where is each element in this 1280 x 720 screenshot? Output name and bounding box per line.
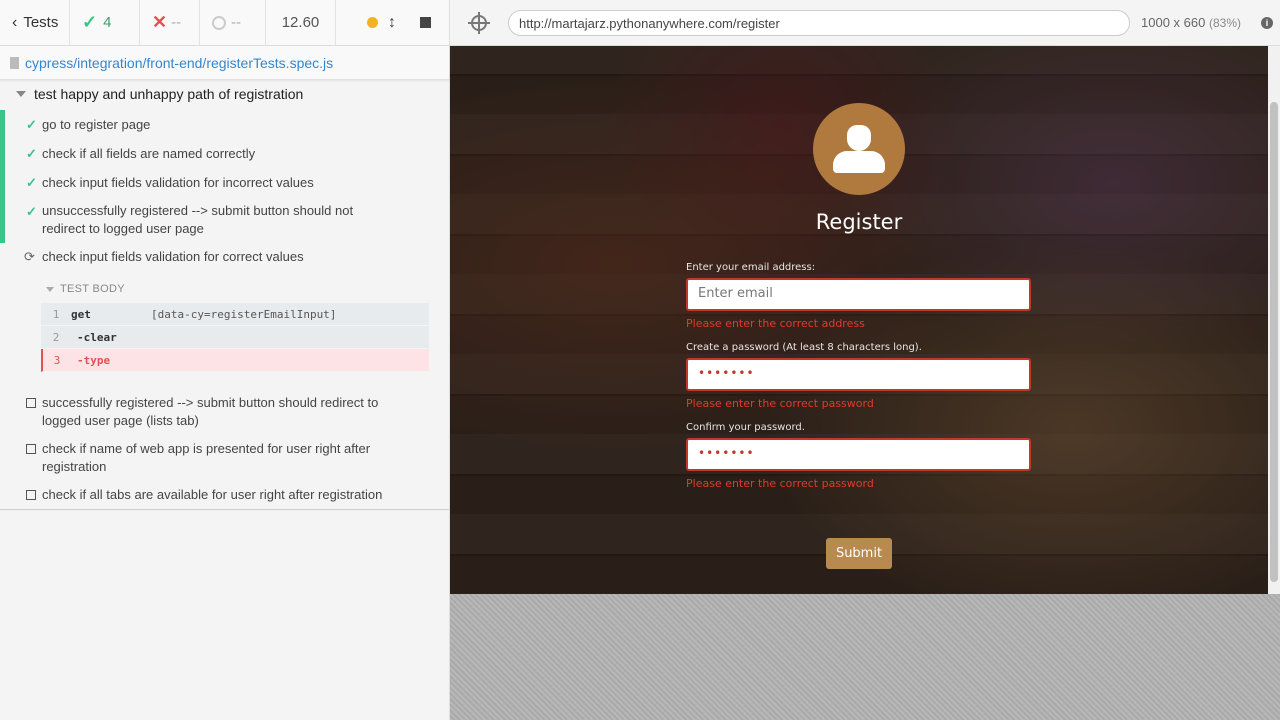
passed-count: 4 — [103, 14, 112, 31]
test-title: unsuccessfully registered --> submit but… — [42, 203, 354, 236]
command-log: 1 get [data-cy=registerEmailInput] 2 -cl… — [41, 303, 429, 372]
command-number: 2 — [52, 330, 60, 344]
check-icon: ✓ — [26, 146, 37, 161]
password-input[interactable]: ••••••• — [686, 358, 1031, 391]
test-item-pending[interactable]: check if all tabs are available for user… — [0, 485, 449, 507]
pending-ring-icon — [212, 15, 226, 30]
file-icon — [10, 56, 19, 69]
refresh-spinner-icon: ⟳ — [24, 249, 35, 264]
test-item-running[interactable]: ⟳ check input fields validation for corr… — [0, 247, 449, 269]
command-row[interactable]: 1 get [data-cy=registerEmailInput] — [41, 303, 429, 326]
selector-playground-icon[interactable] — [468, 12, 490, 34]
page-title: Register — [815, 210, 903, 234]
confirm-password-error: Please enter the correct password — [686, 477, 874, 490]
stop-button[interactable] — [420, 17, 431, 28]
caret-down-icon — [46, 286, 54, 292]
x-icon: ✕ — [152, 12, 168, 32]
command-number: 1 — [52, 307, 60, 321]
checkbox-icon — [26, 440, 36, 459]
password-label: Create a password (At least 8 characters… — [686, 342, 922, 353]
test-item-pending[interactable]: check if name of web app is presented fo… — [0, 439, 449, 481]
email-input[interactable]: Enter email — [686, 278, 1031, 311]
test-title: successfully registered --> submit butto… — [42, 395, 379, 428]
confirm-password-input[interactable]: ••••••• — [686, 438, 1031, 471]
caret-down-icon — [16, 91, 26, 97]
command-name: -clear — [77, 330, 117, 344]
passed-bar — [0, 143, 5, 172]
email-error: Please enter the correct address — [686, 317, 865, 330]
test-title: check if all fields are named correctly — [42, 146, 256, 161]
test-title: check if all tabs are available for user… — [42, 487, 383, 502]
viewport-size: 1000 x 660 — [1141, 15, 1206, 30]
failed-count: -- — [171, 14, 182, 31]
tests-back-button[interactable]: ‹ Tests — [0, 0, 70, 46]
passed-stat: ✓ 4 — [70, 0, 140, 46]
command-message: [data-cy=registerEmailInput] — [151, 307, 337, 321]
test-item[interactable]: ✓ go to register page — [0, 110, 449, 143]
command-row[interactable]: 2 -clear — [41, 326, 429, 349]
test-body-label: TEST BODY — [60, 283, 125, 295]
test-title: go to register page — [42, 117, 151, 132]
aut-panel: http://martajarz.pythonanywhere.com/regi… — [450, 0, 1280, 720]
auto-scroll-toggle-icon[interactable]: ↕ — [388, 14, 396, 32]
divider — [0, 509, 449, 510]
test-title: check input fields validation for incorr… — [42, 175, 314, 190]
app-iframe: Register Enter your email address: Enter… — [450, 46, 1280, 594]
check-icon: ✓ — [26, 117, 37, 132]
test-item[interactable]: ✓ unsuccessfully registered --> submit b… — [0, 201, 449, 243]
submit-button[interactable]: Submit — [826, 538, 892, 569]
suite-title-text: test happy and unhappy path of registrat… — [34, 86, 304, 102]
user-avatar-icon — [813, 103, 905, 195]
test-title: check if name of web app is presented fo… — [42, 441, 371, 474]
scrollbar-thumb[interactable] — [1270, 102, 1278, 582]
suite-title[interactable]: test happy and unhappy path of registrat… — [16, 86, 303, 102]
url-field[interactable]: http://martajarz.pythonanywhere.com/regi… — [508, 10, 1130, 36]
confirm-password-label: Confirm your password. — [686, 422, 805, 433]
command-number: 3 — [53, 353, 61, 367]
test-item[interactable]: ✓ check input fields validation for inco… — [0, 172, 449, 201]
command-name: get — [71, 307, 91, 321]
spec-path-link[interactable]: cypress/integration/front-end/registerTe… — [25, 55, 333, 71]
password-error: Please enter the correct password — [686, 397, 874, 410]
aut-url-bar: http://martajarz.pythonanywhere.com/regi… — [450, 0, 1280, 46]
test-item-pending[interactable]: successfully registered --> submit butto… — [0, 393, 449, 435]
checkbox-icon — [26, 394, 36, 413]
runner-controls: ↕ — [336, 0, 449, 46]
passed-bar — [0, 172, 5, 201]
check-icon: ✓ — [26, 175, 37, 190]
failed-stat: ✕ -- — [140, 0, 200, 46]
chevron-left-icon: ‹ — [12, 13, 18, 31]
test-body-header[interactable]: TEST BODY — [46, 283, 125, 295]
viewport-scale: (83%) — [1208, 16, 1241, 30]
command-name: -type — [77, 353, 111, 367]
tests-label: Tests — [23, 14, 59, 31]
info-icon[interactable]: i — [1261, 17, 1273, 29]
spec-file-bar: cypress/integration/front-end/registerTe… — [0, 46, 449, 80]
reporter-header: ‹ Tests ✓ 4 ✕ -- -- 12.60 ↕ — [0, 0, 449, 46]
email-label: Enter your email address: — [686, 262, 816, 273]
checkbox-icon — [26, 486, 36, 505]
command-row-failed[interactable]: 3 -type — [41, 349, 429, 372]
pending-stat: -- — [200, 0, 266, 46]
pending-count: -- — [231, 14, 241, 31]
register-form: Enter your email address: Enter email Pl… — [686, 262, 1031, 502]
duration: 12.60 — [266, 0, 336, 46]
check-icon: ✓ — [82, 12, 98, 32]
passed-bar — [0, 110, 5, 143]
passed-bar — [0, 201, 5, 243]
check-icon: ✓ — [26, 204, 37, 219]
test-item[interactable]: ✓ check if all fields are named correctl… — [0, 143, 449, 172]
viewport-info: 1000 x 660 (83%) — [1141, 15, 1241, 30]
reporter-panel: ‹ Tests ✓ 4 ✕ -- -- 12.60 ↕ cypress/inte… — [0, 0, 450, 720]
running-indicator-icon — [367, 17, 378, 28]
test-title: check input fields validation for correc… — [42, 249, 304, 264]
